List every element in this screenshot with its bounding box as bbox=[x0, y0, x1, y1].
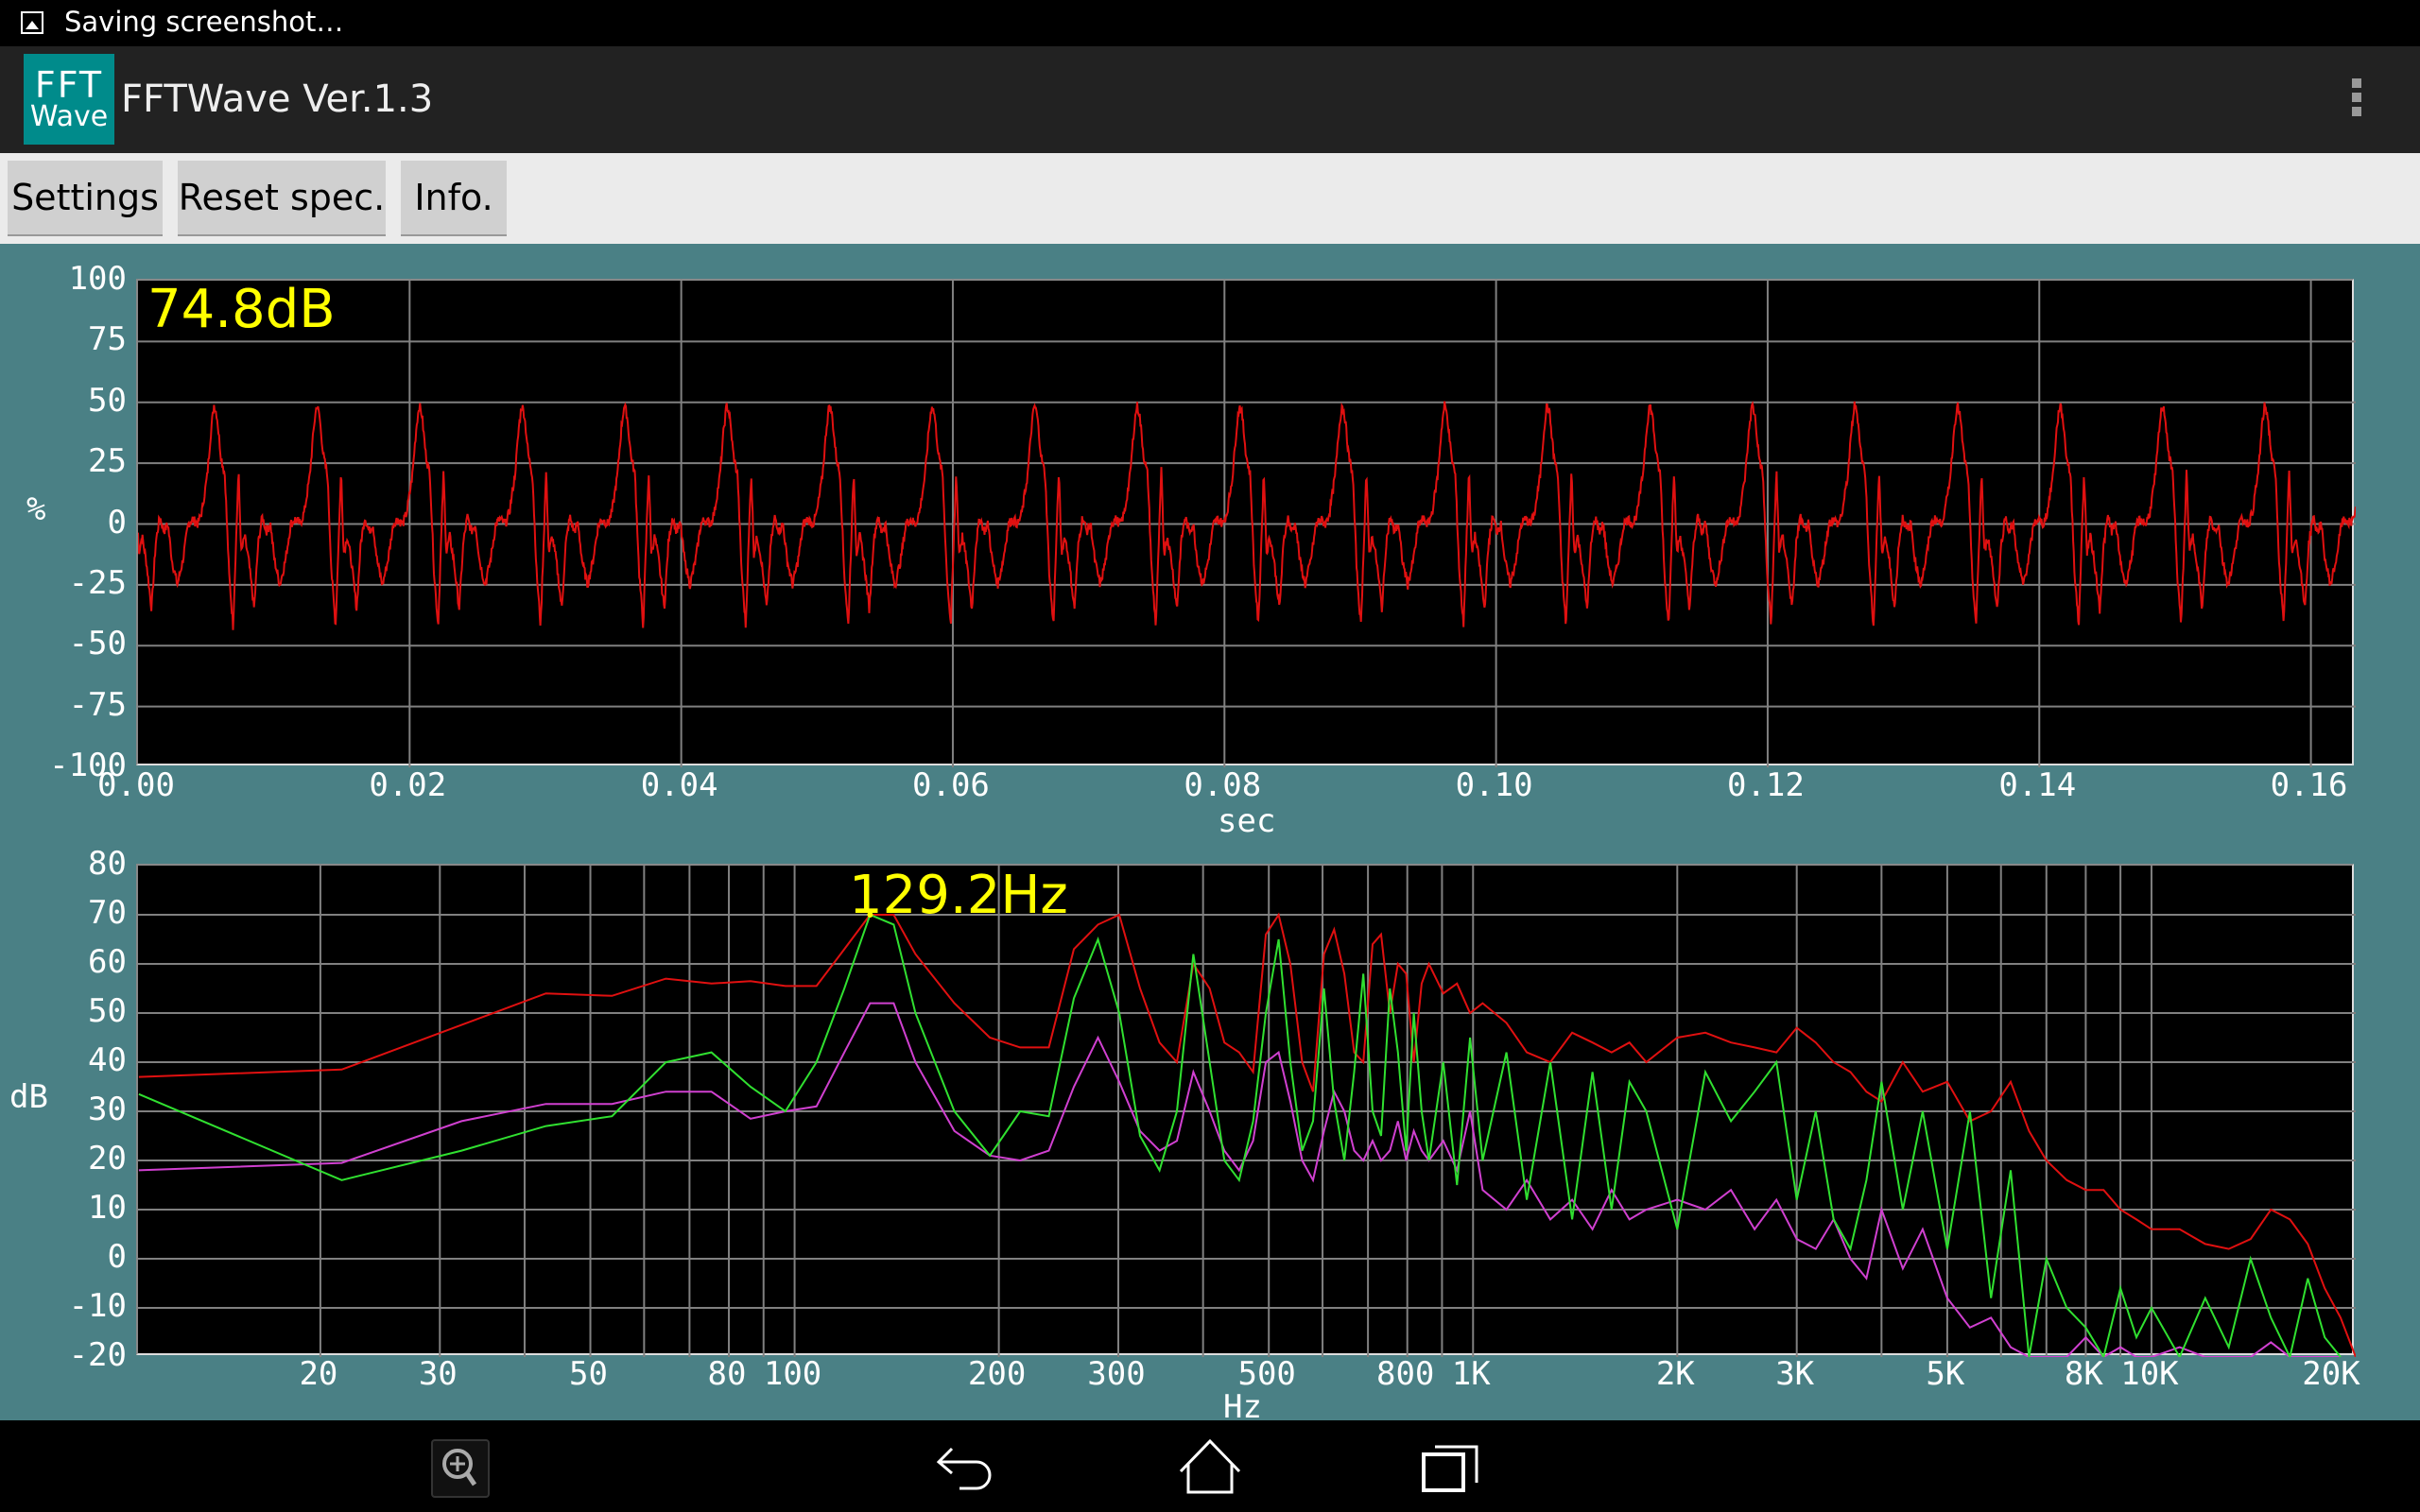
waveform-y-tick-label: -75 bbox=[68, 685, 127, 724]
more-vert-icon[interactable] bbox=[2352, 78, 2365, 118]
zoom-in-icon[interactable] bbox=[431, 1439, 490, 1498]
spectrum-x-tick-label: 500 bbox=[1237, 1355, 1296, 1393]
spectrum-x-tick-label: 20 bbox=[299, 1355, 338, 1393]
waveform-x-tick-label: 0.04 bbox=[640, 766, 718, 804]
waveform-plot-area[interactable] bbox=[136, 279, 2356, 767]
spectrum-plot-area[interactable] bbox=[136, 864, 2356, 1357]
spectrum-y-tick-label: 70 bbox=[88, 894, 127, 932]
spectrum-y-tick-label: 80 bbox=[88, 845, 127, 883]
waveform-x-tick-label: 0.16 bbox=[2270, 766, 2348, 804]
spectrum-y-axis-title: dB bbox=[9, 1078, 48, 1116]
waveform-x-tick-label: 0.06 bbox=[912, 766, 990, 804]
spectrum-svg bbox=[138, 866, 2356, 1357]
spectrum-x-tick-label: 1K bbox=[1451, 1355, 1491, 1393]
spectrum-x-tick-label: 30 bbox=[418, 1355, 458, 1393]
waveform-y-tick-label: -25 bbox=[68, 563, 127, 602]
spectrum-x-tick-label: 100 bbox=[763, 1355, 822, 1393]
waveform-x-tick-label: 0.10 bbox=[1455, 766, 1533, 804]
action-bar: FFT Wave FFTWave Ver.1.3 bbox=[0, 46, 2420, 153]
waveform-x-tick-label: 0.14 bbox=[1998, 766, 2077, 804]
spectrum-series-current bbox=[138, 913, 2342, 1357]
level-readout: 74.8dB bbox=[147, 279, 336, 340]
spectrum-y-tick-label: 20 bbox=[88, 1140, 127, 1177]
spectrum-x-tick-label: 800 bbox=[1375, 1355, 1435, 1393]
waveform-y-tick-label: 0 bbox=[107, 503, 127, 541]
app-logo: FFT Wave bbox=[24, 54, 114, 145]
navigation-bar bbox=[0, 1420, 2420, 1512]
reset-spectrum-button[interactable]: Reset spec. bbox=[178, 161, 386, 236]
spectrum-x-tick-label: 200 bbox=[967, 1355, 1027, 1393]
recents-icon[interactable] bbox=[1418, 1435, 1484, 1496]
info-button[interactable]: Info. bbox=[401, 161, 507, 236]
spectrum-y-tick-label: 10 bbox=[88, 1189, 127, 1227]
spectrum-x-tick-label: 8K bbox=[2064, 1355, 2103, 1393]
spectrum-x-tick-label: 2K bbox=[1655, 1355, 1695, 1393]
spectrum-x-tick-label: 10K bbox=[2120, 1355, 2179, 1393]
spectrum-y-tick-label: 0 bbox=[107, 1238, 127, 1276]
spectrum-y-tick-label: -10 bbox=[68, 1287, 127, 1325]
image-icon bbox=[21, 11, 43, 34]
spectrum-x-tick-label: 20K bbox=[2302, 1355, 2360, 1393]
spectrum-y-tick-label: 40 bbox=[88, 1041, 127, 1079]
spectrum-x-tick-label: 5K bbox=[1926, 1355, 1965, 1393]
waveform-x-tick-label: 0.00 bbox=[97, 766, 175, 804]
waveform-y-tick-label: -50 bbox=[68, 625, 127, 663]
status-bar: Saving screenshot… bbox=[0, 0, 2420, 46]
app-logo-line2: Wave bbox=[29, 100, 109, 133]
app-logo-line1: FFT bbox=[34, 64, 104, 106]
spectrum-x-tick-label: 300 bbox=[1087, 1355, 1146, 1393]
waveform-x-tick-label: 0.02 bbox=[369, 766, 447, 804]
spectrum-y-tick-label: -20 bbox=[68, 1336, 127, 1374]
waveform-y-tick-label: 25 bbox=[88, 442, 127, 481]
waveform-x-tick-label: 0.08 bbox=[1184, 766, 1262, 804]
peak-frequency-readout: 129.2Hz bbox=[849, 865, 1068, 926]
back-icon[interactable] bbox=[931, 1435, 997, 1496]
waveform-y-axis-title: % bbox=[26, 490, 46, 528]
waveform-y-tick-label: 75 bbox=[88, 320, 127, 359]
spectrum-x-tick-label: 80 bbox=[707, 1355, 747, 1393]
waveform-x-tick-label: 0.12 bbox=[1726, 766, 1805, 804]
spectrum-y-tick-label: 50 bbox=[88, 992, 127, 1030]
settings-button[interactable]: Settings bbox=[8, 161, 163, 236]
status-text: Saving screenshot… bbox=[64, 6, 344, 38]
waveform-y-tick-label: 100 bbox=[68, 260, 127, 298]
spectrum-y-tick-label: 60 bbox=[88, 943, 127, 981]
waveform-x-axis-title: sec bbox=[1218, 802, 1276, 840]
app-title: FFTWave Ver.1.3 bbox=[121, 77, 434, 121]
spectrum-x-axis-title: Hz bbox=[1223, 1388, 1262, 1426]
waveform-svg bbox=[138, 281, 2356, 767]
spectrum-x-tick-label: 50 bbox=[569, 1355, 608, 1393]
toolbar: Settings Reset spec. Info. bbox=[0, 153, 2420, 244]
spectrum-x-tick-label: 3K bbox=[1775, 1355, 1815, 1393]
waveform-line bbox=[138, 401, 2356, 630]
home-icon[interactable] bbox=[1177, 1435, 1243, 1496]
waveform-y-tick-label: 50 bbox=[88, 381, 127, 420]
